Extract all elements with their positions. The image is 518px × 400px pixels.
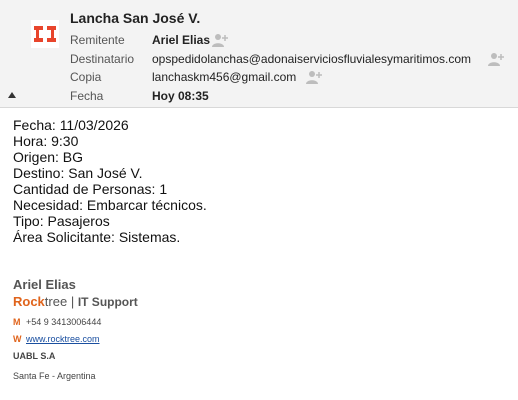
message-body: Fecha: 11/03/2026 Hora: 9:30 Origen: BG … xyxy=(13,117,207,245)
body-line: Destino: San José V. xyxy=(13,165,143,181)
signature-web: Wwww.rocktree.com xyxy=(13,333,138,345)
add-contact-icon[interactable] xyxy=(212,33,228,47)
sender-value[interactable]: Ariel Elias xyxy=(152,31,210,49)
body-line: Hora: 9:30 xyxy=(13,133,79,149)
web-key: W xyxy=(13,334,22,344)
signature-location: Santa Fe - Argentina xyxy=(13,371,96,381)
website-link[interactable]: www.rocktree.com xyxy=(26,334,100,344)
body-line: Necesidad: Embarcar técnicos. xyxy=(13,197,207,213)
body-line: Tipo: Pasajeros xyxy=(13,213,110,229)
collapse-header-icon[interactable] xyxy=(8,92,16,98)
body-line: Origen: BG xyxy=(13,149,84,165)
signature-company: UABL S.A xyxy=(13,351,56,361)
date-label: Fecha xyxy=(70,89,104,103)
signature-name: Ariel Elias xyxy=(13,277,76,292)
email-signature: Ariel Elias Rocktree | IT Support M +54 9… xyxy=(13,277,138,381)
recipient-value[interactable]: opspedidolanchas@adonaiserviciosfluviale… xyxy=(152,50,471,68)
brand-rock: Rock xyxy=(13,294,45,309)
sender-label: Remitente xyxy=(70,33,125,47)
mobile-number: +54 9 3413006444 xyxy=(26,317,102,327)
company-logo-icon xyxy=(31,20,59,48)
add-contact-icon[interactable] xyxy=(488,52,504,66)
body-line: Cantidad de Personas: 1 xyxy=(13,181,168,197)
signature-department: IT Support xyxy=(77,295,138,309)
date-value: Hoy 08:35 xyxy=(152,89,209,103)
cc-label: Copia xyxy=(70,70,102,84)
brand-separator: | xyxy=(67,294,78,309)
add-contact-icon[interactable] xyxy=(306,70,322,84)
body-line: Área Solicitante: Sistemas. xyxy=(13,229,181,245)
cc-value[interactable]: lanchaskm456@gmail.com xyxy=(152,68,296,86)
signature-brand: Rocktree | IT Support xyxy=(13,294,138,309)
body-line: Fecha: 11/03/2026 xyxy=(13,117,129,133)
mobile-key: M xyxy=(13,317,21,327)
signature-mobile: M +54 9 3413006444 xyxy=(13,316,138,328)
recipient-label: Destinatario xyxy=(70,52,135,66)
brand-tree: tree xyxy=(44,294,68,309)
message-subject: Lancha San José V. xyxy=(70,10,201,26)
message-header: Lancha San José V. Remitente Ariel Elias… xyxy=(0,0,518,108)
